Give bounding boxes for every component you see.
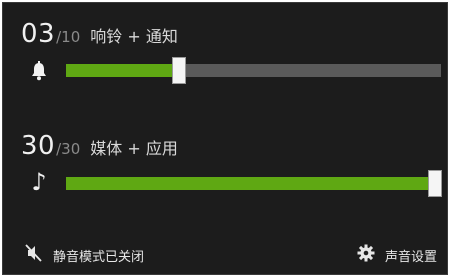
ringer-title: 03 /10 响铃 + 通知: [21, 19, 178, 49]
sound-settings-label: 声音设置: [384, 249, 437, 265]
media-channel-label: 媒体 + 应用: [90, 139, 178, 158]
media-slider-thumb[interactable]: [429, 171, 441, 196]
media-slider-fill: [66, 177, 441, 190]
ringer-channel-label: 响铃 + 通知: [90, 27, 178, 46]
speaker-muted-icon: [25, 244, 43, 266]
media-title: 30 /30 媒体 + 应用: [21, 131, 178, 161]
media-level-current: 30: [21, 131, 56, 161]
ringer-level-max: /10: [56, 28, 81, 46]
media-level-max: /30: [56, 140, 81, 158]
sound-settings-button[interactable]: 声音设置: [357, 244, 437, 266]
volume-panel: 03 /10 响铃 + 通知 30 /30 媒体 + 应用 ♪ 静音模式已关闭 …: [2, 2, 448, 275]
bell-icon: [27, 58, 51, 84]
media-volume-slider[interactable]: [66, 171, 441, 196]
ringer-slider-thumb[interactable]: [172, 58, 185, 83]
silent-mode-label: 静音模式已关闭: [53, 249, 145, 265]
gear-icon: [357, 244, 375, 266]
ringer-level-current: 03: [21, 19, 56, 49]
music-note-glyph: ♪: [31, 168, 47, 196]
silent-mode-toggle[interactable]: 静音模式已关闭: [25, 244, 144, 266]
ringer-volume-slider[interactable]: [66, 58, 441, 83]
ringer-slider-fill: [66, 64, 179, 77]
music-note-icon: ♪: [27, 169, 51, 195]
